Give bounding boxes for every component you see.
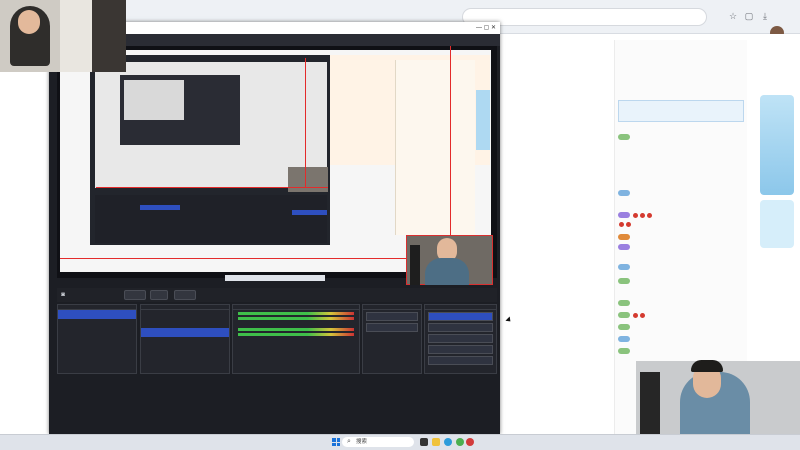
download-icon[interactable]: ⤓	[759, 10, 771, 22]
nested-webcam	[288, 167, 328, 192]
duration-field[interactable]	[366, 323, 418, 332]
source-item[interactable]	[141, 337, 229, 346]
dock-title	[425, 305, 496, 310]
chat-message	[618, 190, 744, 200]
nested-selection	[140, 205, 180, 210]
file-explorer-icon[interactable]	[432, 438, 440, 446]
chat-message	[618, 336, 744, 346]
nested-side-banner	[476, 90, 490, 150]
chat-message	[618, 254, 744, 264]
red-guide-line	[96, 187, 328, 188]
search-label: 搜索	[356, 439, 368, 445]
chat-message	[618, 170, 744, 180]
chat-notice	[618, 100, 744, 122]
chat-message	[618, 264, 744, 274]
window-controls[interactable]: — ▢ ✕	[448, 24, 496, 32]
transitions-dock	[362, 304, 422, 374]
nested-chat	[395, 60, 475, 235]
camera-icon: ◙	[61, 292, 65, 298]
chat-message	[618, 200, 744, 210]
chat-message	[618, 234, 744, 244]
sources-dock	[140, 304, 230, 374]
side-banner[interactable]	[760, 200, 794, 248]
chrome-icon[interactable]	[456, 438, 464, 446]
audio-mixer-dock	[232, 304, 360, 374]
search-icon: ⌕	[347, 438, 351, 445]
person-face	[18, 10, 40, 34]
controls-dock	[424, 304, 497, 374]
door	[92, 0, 126, 72]
toolbar-button[interactable]	[174, 290, 196, 300]
source-item[interactable]	[141, 310, 229, 319]
source-item[interactable]	[141, 328, 229, 337]
dock-title	[363, 305, 421, 310]
chat-message	[618, 134, 744, 144]
studio-mode-button[interactable]	[428, 345, 493, 354]
chat-tabs	[618, 76, 744, 88]
webcam-chair	[410, 245, 420, 285]
desktop: ☆ ▢ ⤓ ⌂ ⓘ ♡ ✦ — ▢ ✕	[0, 0, 800, 450]
settings-button[interactable]	[428, 356, 493, 365]
chat-message	[618, 348, 744, 358]
audio-meter	[238, 333, 354, 336]
chat-message	[618, 160, 744, 170]
nested-taskbar	[225, 275, 325, 281]
chat-message	[618, 180, 744, 190]
webcam-body	[425, 258, 469, 285]
nested-obs-preview-2	[124, 80, 184, 120]
toolbar-button[interactable]	[124, 290, 146, 300]
transition-select[interactable]	[366, 312, 418, 321]
star-icon[interactable]: ☆	[727, 10, 739, 22]
obs-status-bar	[57, 376, 497, 384]
nested-selection	[292, 210, 327, 215]
virtual-camera-button[interactable]	[428, 334, 493, 343]
obs-icon[interactable]	[466, 438, 474, 446]
start-recording-button[interactable]	[428, 323, 493, 332]
chat-message	[618, 244, 744, 254]
chat-message	[618, 312, 744, 322]
dock-title	[233, 305, 359, 310]
side-banner[interactable]	[760, 95, 794, 195]
person-hair	[691, 360, 723, 372]
audio-meter	[238, 312, 354, 315]
chat-message	[618, 324, 744, 334]
red-guide-line	[305, 58, 306, 188]
start-streaming-button[interactable]	[428, 312, 493, 321]
chat-message	[618, 150, 744, 160]
extensions-icon[interactable]: ▢	[743, 10, 755, 22]
source-item[interactable]	[141, 319, 229, 328]
chat-message	[618, 222, 744, 232]
chat-message	[618, 278, 744, 288]
audio-meter	[238, 328, 354, 331]
edge-icon[interactable]	[444, 438, 452, 446]
windows-start-icon[interactable]	[332, 438, 340, 446]
scene-toolbar	[57, 288, 497, 302]
toolbar-button[interactable]	[150, 290, 168, 300]
chat-message	[618, 290, 744, 300]
audio-meter	[238, 317, 354, 320]
chat-message	[618, 212, 744, 222]
scenes-dock	[57, 304, 137, 374]
chat-message	[618, 300, 744, 310]
nested-docks	[95, 195, 327, 243]
task-view-icon[interactable]	[420, 438, 428, 446]
scene-item[interactable]	[58, 310, 136, 319]
